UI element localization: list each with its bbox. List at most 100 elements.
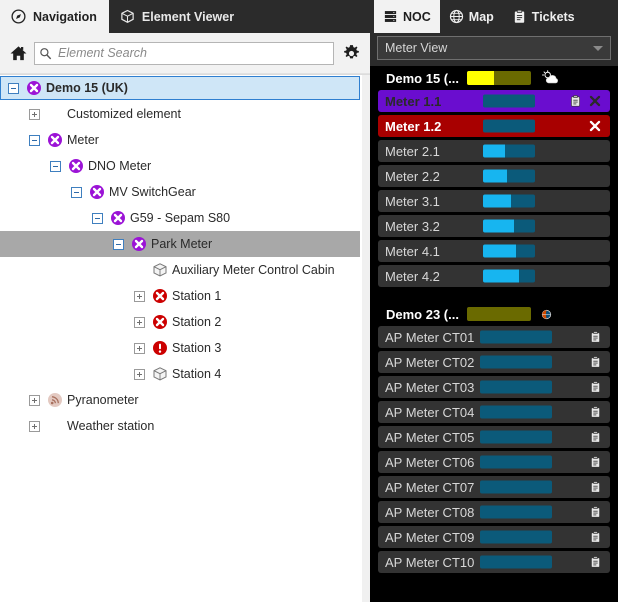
tree-node[interactable]: Pyranometer	[0, 387, 370, 413]
noc-meter-row[interactable]: Meter 2.2	[378, 165, 610, 187]
tab-navigation[interactable]: Navigation	[0, 0, 109, 33]
collapse-minus-icon[interactable]	[8, 82, 19, 94]
noc-meter-row[interactable]: AP Meter CT10	[378, 551, 610, 573]
noc-meter-row[interactable]: Meter 3.2	[378, 215, 610, 237]
noc-meter-row[interactable]: Meter 2.1	[378, 140, 610, 162]
collapse-minus-icon[interactable]	[50, 160, 61, 172]
noc-meter-row[interactable]: Meter 1.2	[378, 115, 610, 137]
tree-node-content: Park Meter	[0, 235, 370, 253]
noc-meter-row[interactable]: AP Meter CT01	[378, 326, 610, 348]
tree-node-content: Weather station	[0, 417, 370, 435]
noc-row-action[interactable]	[589, 380, 602, 394]
tree-node[interactable]: MV SwitchGear	[0, 179, 370, 205]
tab-element-viewer-label: Element Viewer	[141, 9, 235, 24]
noc-row-action[interactable]	[589, 355, 602, 369]
noc-meter-bar	[483, 219, 535, 233]
noc-row-action[interactable]	[589, 480, 602, 494]
noc-meter-row[interactable]: AP Meter CT03	[378, 376, 610, 398]
noc-row-action[interactable]	[589, 505, 602, 519]
noc-meter-bar	[483, 144, 535, 158]
noc-row-action[interactable]	[588, 94, 602, 108]
collapse-minus-icon[interactable]	[92, 212, 103, 224]
search-icon	[39, 47, 52, 60]
expand-plus-icon[interactable]	[134, 316, 145, 328]
tree-node[interactable]: Demo 15 (UK)	[0, 75, 370, 101]
group-header-icon[interactable]	[541, 309, 552, 320]
tree-node[interactable]: Meter	[0, 127, 370, 153]
cube-gray-icon	[151, 365, 169, 383]
chevron-down-icon	[593, 46, 603, 51]
noc-meter-row[interactable]: AP Meter CT07	[378, 476, 610, 498]
noc-meter-bar-fill	[483, 169, 507, 183]
group-header-icon[interactable]	[541, 70, 559, 86]
tree-node[interactable]: G59 - Sepam S80	[0, 205, 370, 231]
noc-meter-row[interactable]: Meter 4.1	[378, 240, 610, 262]
tree-node-content: Pyranometer	[0, 391, 370, 409]
tree-node[interactable]: Customized element	[0, 101, 370, 127]
noc-meter-row[interactable]: Meter 3.1	[378, 190, 610, 212]
search-toolbar	[0, 33, 370, 74]
noc-row-action[interactable]	[589, 530, 602, 544]
tree-node[interactable]: Station 3	[0, 335, 370, 361]
noc-row-action[interactable]	[589, 455, 602, 469]
noc-row-action[interactable]	[589, 405, 602, 419]
sensor-signal-icon	[47, 392, 63, 408]
noc-meter-row[interactable]: AP Meter CT08	[378, 501, 610, 523]
noc-meter-row[interactable]: AP Meter CT06	[378, 451, 610, 473]
noc-meter-name: AP Meter CT08	[385, 504, 475, 520]
expand-plus-icon[interactable]	[134, 290, 145, 302]
noc-meter-row[interactable]: AP Meter CT04	[378, 401, 610, 423]
tree-node[interactable]: Station 4	[0, 361, 370, 387]
search-box[interactable]	[34, 41, 334, 65]
collapse-minus-icon[interactable]	[71, 186, 82, 198]
noc-row-action[interactable]	[589, 430, 602, 444]
noc-row-action[interactable]	[589, 555, 602, 569]
noc-meter-row[interactable]: AP Meter CT02	[378, 351, 610, 373]
noc-meter-name: Meter 4.1	[385, 243, 440, 259]
tree-node[interactable]: Park Meter	[0, 231, 370, 257]
navigation-panel: Navigation Element Viewer Element Search…	[0, 0, 370, 602]
home-icon[interactable]	[6, 42, 30, 64]
tree-icon-spacer	[46, 105, 64, 123]
element-tree[interactable]: Demo 15 (UK) Customized element Meter DNO M…	[0, 74, 370, 602]
tree-node[interactable]: Station 1	[0, 283, 370, 309]
error-x-purple-icon	[67, 157, 85, 175]
noc-meter-row[interactable]: AP Meter CT05	[378, 426, 610, 448]
alert-exclaim-red-icon	[152, 340, 168, 356]
tab-element-viewer[interactable]: Element Viewer	[109, 0, 246, 33]
group-status-bar	[466, 307, 531, 321]
search-input[interactable]	[56, 45, 329, 61]
noc-group-header[interactable]: Demo 15 (...	[378, 66, 610, 90]
tree-node-content: Demo 15 (UK)	[0, 79, 370, 97]
tab-noc[interactable]: NOC	[374, 0, 440, 33]
tree-node[interactable]: Auxiliary Meter Control Cabin	[0, 257, 370, 283]
collapse-minus-icon[interactable]	[113, 238, 124, 250]
expand-plus-icon[interactable]	[134, 368, 145, 380]
gear-icon[interactable]	[338, 41, 364, 65]
globe-icon	[449, 9, 464, 24]
collapse-minus-icon[interactable]	[29, 134, 40, 146]
noc-row-action[interactable]	[569, 94, 582, 108]
noc-meter-name: AP Meter CT02	[385, 354, 475, 370]
noc-group-header[interactable]: Demo 23 (...	[378, 302, 610, 326]
tree-node[interactable]: Station 2	[0, 309, 370, 335]
tab-tickets[interactable]: Tickets	[503, 0, 584, 33]
noc-meter-row[interactable]: AP Meter CT09	[378, 526, 610, 548]
tab-map[interactable]: Map	[440, 0, 503, 33]
error-x-purple-icon	[25, 79, 43, 97]
tree-node[interactable]: DNO Meter	[0, 153, 370, 179]
noc-row-action[interactable]	[589, 330, 602, 344]
noc-meter-name: Meter 2.2	[385, 168, 440, 184]
expand-plus-icon[interactable]	[134, 342, 145, 354]
expand-plus-icon[interactable]	[29, 394, 40, 406]
clipboard-icon	[589, 330, 602, 344]
noc-meter-row[interactable]: Meter 1.1	[378, 90, 610, 112]
tree-scrollbar[interactable]	[362, 75, 370, 602]
view-select[interactable]: Meter View	[377, 36, 611, 60]
tree-node[interactable]: Weather station	[0, 413, 370, 439]
expand-plus-icon[interactable]	[29, 420, 40, 432]
right-tab-bar: NOC Map Tickets	[370, 0, 618, 33]
noc-row-action[interactable]	[588, 119, 602, 133]
expand-plus-icon[interactable]	[29, 108, 40, 120]
noc-meter-row[interactable]: Meter 4.2	[378, 265, 610, 287]
